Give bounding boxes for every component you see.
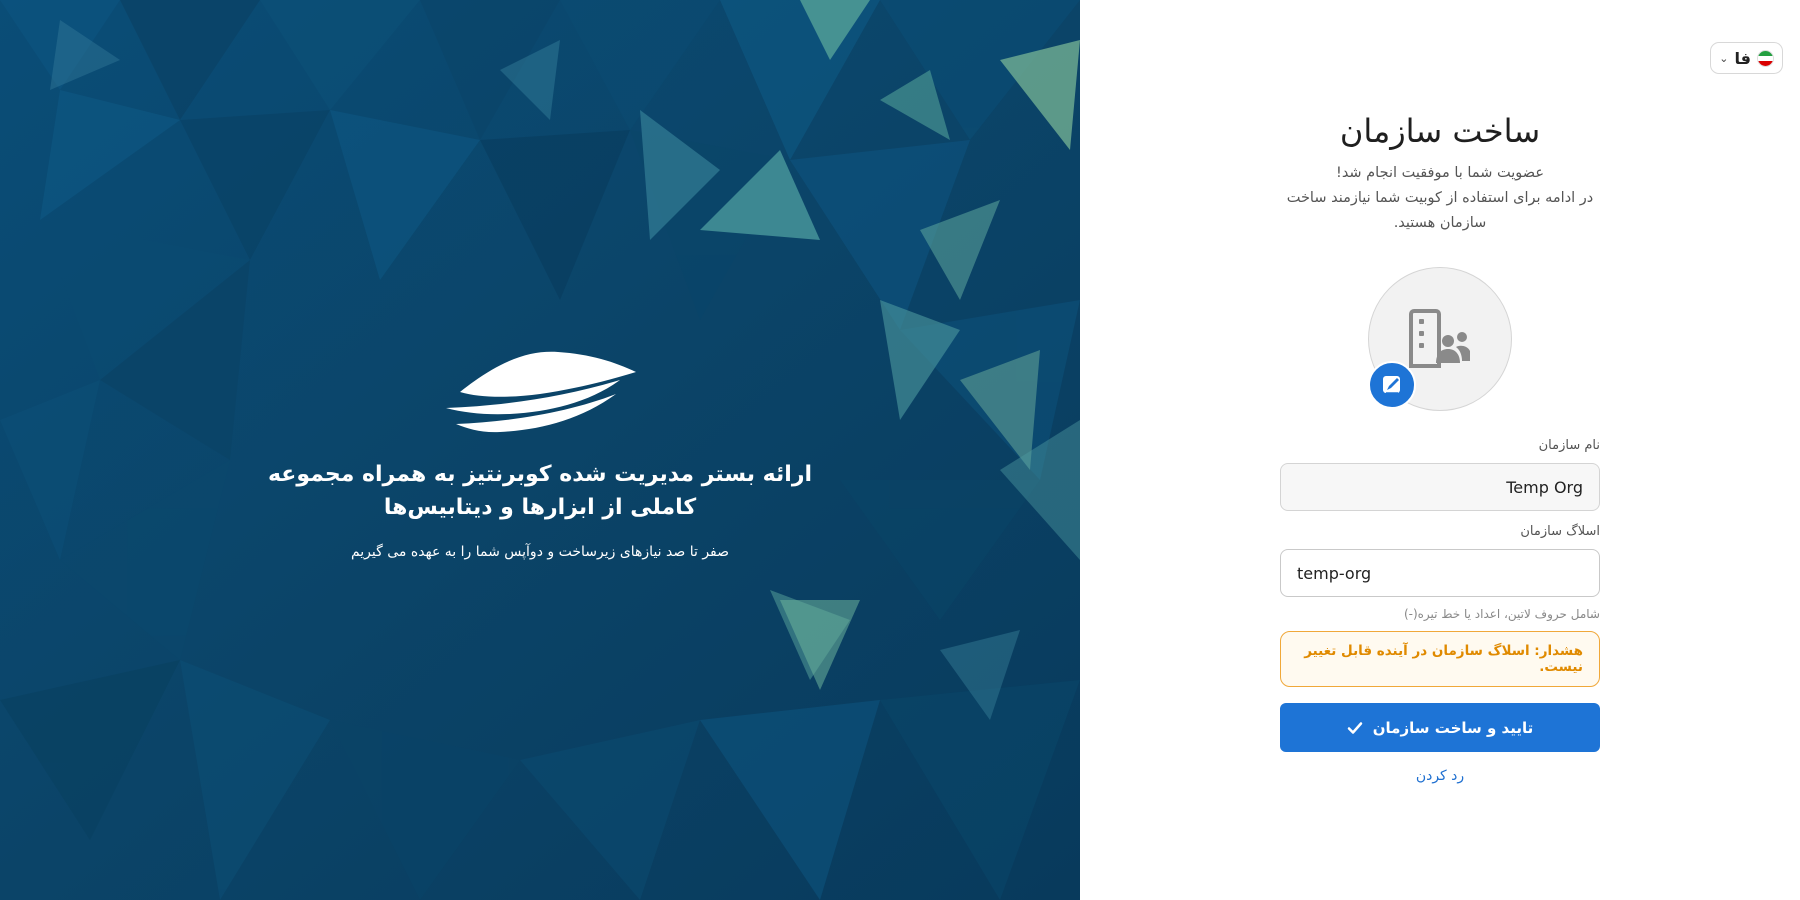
create-organization-button[interactable]: تایید و ساخت سازمان [1280,703,1600,752]
avatar-edit-button[interactable] [1368,361,1416,409]
org-slug-label: اسلاگ سازمان [1520,524,1600,539]
language-switcher[interactable]: ⌄ فا [1710,42,1783,74]
description-line-2: در ادامه برای استفاده از کوبیت شما نیازم… [1286,190,1594,231]
org-name-field[interactable] [1280,463,1600,511]
iran-flag-icon [1757,49,1774,67]
hero-subtitle: صفر تا صد نیازهای زیرساخت و دوآپس شما را… [350,544,730,560]
org-name-label: نام سازمان [1538,438,1600,453]
org-slug-field[interactable] [1280,549,1600,597]
cancel-link[interactable]: رد کردن [1280,768,1600,784]
slug-hint: شامل حروف لاتین، اعداد یا خط تیره(-) [1403,607,1600,621]
org-slug-input[interactable] [1297,563,1583,583]
page-title: ساخت سازمان [1339,112,1541,150]
slug-warning-alert: هشدار: اسلاگ سازمان در آینده قابل تغییر … [1280,631,1600,687]
chevron-down-icon: ⌄ [1719,51,1729,65]
language-label: فا [1734,48,1751,68]
org-name-input[interactable] [1297,477,1583,497]
check-icon [1347,721,1362,734]
organization-users-icon [1409,309,1470,368]
form-panel: ⌄ فا ساخت سازمان عضویت شما با موفقیت انج… [1080,0,1800,900]
description-line-1: عضویت شما با موفقیت انجام شد! [1336,165,1544,181]
ship-logo-icon [446,351,636,433]
hero-title: ارائه بستر مدیریت شده کوبرنتیز به همراه … [267,462,813,520]
edit-image-icon [1383,376,1400,394]
submit-label: تایید و ساخت سازمان [1372,718,1534,737]
organization-avatar [1368,267,1512,411]
page-description: عضویت شما با موفقیت انجام شد! در ادامه ب… [1280,161,1600,236]
hero-content: ارائه بستر مدیریت شده کوبرنتیز به همراه … [0,350,1080,560]
hero-panel: ارائه بستر مدیریت شده کوبرنتیز به همراه … [0,0,1080,900]
